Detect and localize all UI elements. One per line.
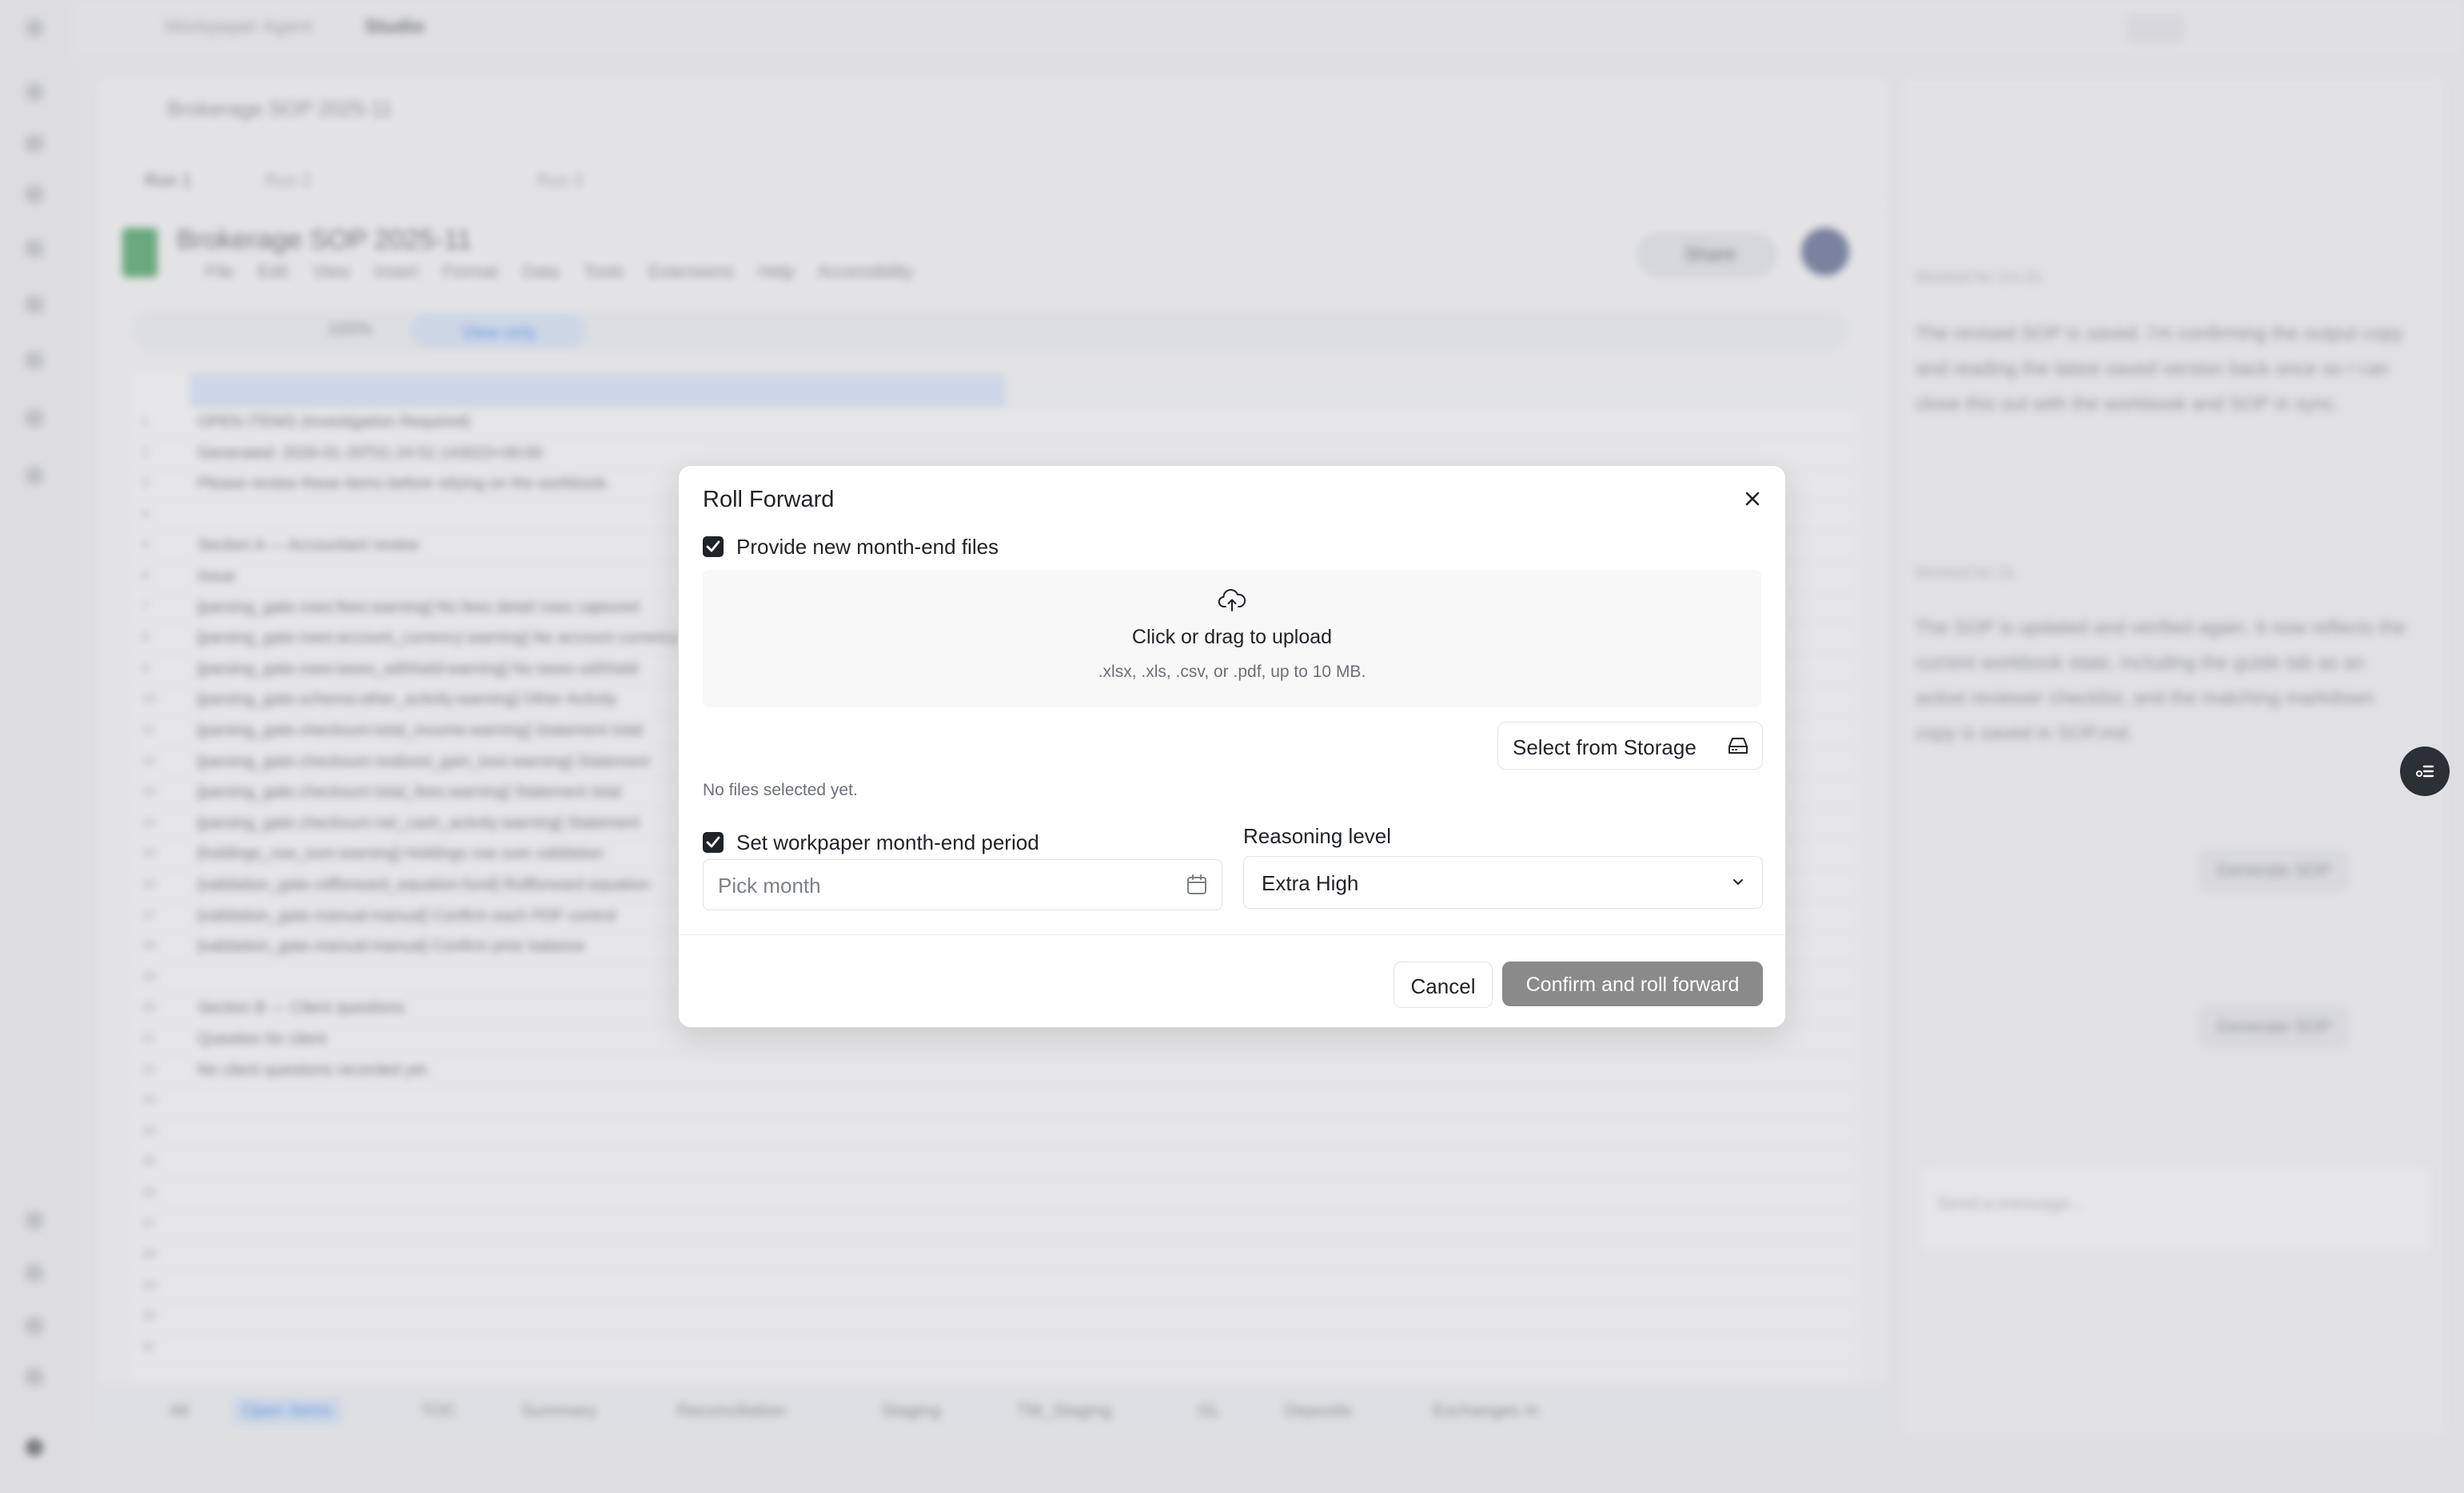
check-icon bbox=[706, 836, 720, 848]
dialog-title: Roll Forward bbox=[703, 487, 835, 512]
provide-files-checkbox[interactable] bbox=[703, 536, 724, 557]
chevron-down-icon bbox=[1733, 879, 1743, 885]
cloud-upload-icon bbox=[1218, 588, 1246, 611]
cancel-button[interactable]: Cancel bbox=[1393, 961, 1493, 1008]
upload-hint: .xlsx, .xls, .csv, or .pdf, up to 10 MB. bbox=[1098, 663, 1366, 681]
cancel-label: Cancel bbox=[1410, 974, 1476, 998]
reasoning-level-label: Reasoning level bbox=[1243, 824, 1392, 848]
confirm-roll-forward-button[interactable]: Confirm and roll forward bbox=[1502, 961, 1763, 1006]
close-icon[interactable] bbox=[1742, 488, 1763, 509]
floating-action-button[interactable] bbox=[2400, 746, 2450, 796]
provide-files-label[interactable]: Provide new month-end files bbox=[736, 535, 999, 559]
storage-drive-icon bbox=[1728, 738, 1748, 754]
check-icon bbox=[706, 540, 720, 552]
no-files-text: No files selected yet. bbox=[703, 781, 858, 799]
reasoning-level-value: Extra High bbox=[1262, 871, 1359, 895]
set-period-checkbox[interactable] bbox=[703, 832, 724, 853]
reasoning-level-select[interactable]: Extra High bbox=[1243, 856, 1763, 909]
pick-month-placeholder: Pick month bbox=[718, 874, 821, 898]
select-from-storage-label: Select from Storage bbox=[1513, 735, 1696, 759]
pick-month-input[interactable]: Pick month bbox=[703, 859, 1222, 910]
confirm-label: Confirm and roll forward bbox=[1525, 973, 1740, 996]
upload-dropzone[interactable]: Click or drag to upload .xlsx, .xls, .cs… bbox=[703, 570, 1761, 707]
set-period-label[interactable]: Set workpaper month-end period bbox=[736, 830, 1039, 855]
roll-forward-dialog: Roll Forward Provide new month-end files… bbox=[678, 465, 1786, 1028]
select-from-storage-button[interactable]: Select from Storage bbox=[1497, 722, 1763, 770]
calendar-icon[interactable] bbox=[1186, 874, 1207, 896]
upload-title: Click or drag to upload bbox=[1131, 626, 1333, 648]
list-icon bbox=[2416, 765, 2434, 778]
footer-divider bbox=[679, 934, 1785, 935]
